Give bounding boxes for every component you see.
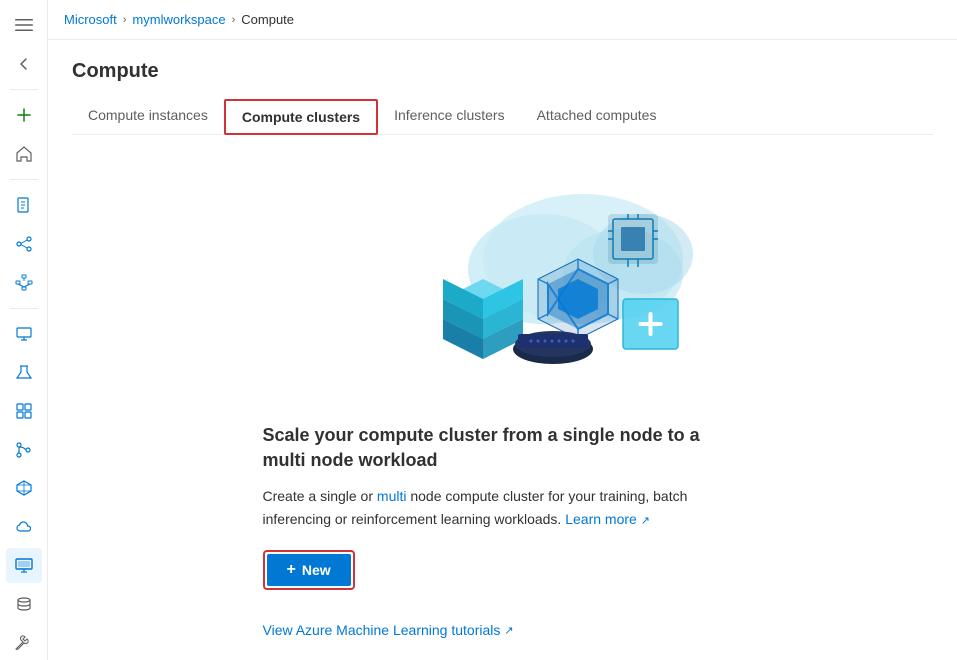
sidebar-icon-branch[interactable] (6, 432, 42, 467)
text-section: Scale your compute cluster from a single… (263, 423, 743, 638)
sidebar-icon-monitor[interactable] (6, 317, 42, 352)
sidebar-icon-database[interactable] (6, 587, 42, 622)
tab-compute-clusters[interactable]: Compute clusters (224, 99, 378, 135)
sidebar-divider-1 (10, 89, 38, 90)
tab-attached-computes[interactable]: Attached computes (521, 99, 673, 135)
sidebar-icon-cloud-storage[interactable] (6, 510, 42, 545)
sidebar-icon-cube[interactable] (6, 471, 42, 506)
sidebar (0, 0, 48, 660)
new-button-container: + New (263, 550, 743, 606)
desc-link-learnmore[interactable]: Learn more ↗ (565, 511, 650, 527)
sidebar-icon-home[interactable] (6, 137, 42, 172)
sidebar-icon-documents[interactable] (6, 188, 42, 223)
desc-link-multi[interactable]: multi (377, 488, 407, 504)
desc-text-before: Create a single or (263, 488, 377, 504)
breadcrumb-sep-2: › (232, 14, 236, 26)
new-button-label: New (302, 562, 331, 578)
body-content: Scale your compute cluster from a single… (72, 159, 933, 638)
tutorial-link-external-icon: ↗ (504, 624, 513, 637)
sidebar-icon-flask[interactable] (6, 355, 42, 390)
sidebar-icon-menu[interactable] (6, 8, 42, 43)
content-area: Compute Compute instances Compute cluste… (48, 40, 957, 660)
tutorial-link[interactable]: View Azure Machine Learning tutorials ↗ (263, 622, 743, 638)
new-button-plus-icon: + (287, 562, 296, 578)
breadcrumb-sep-1: › (123, 14, 127, 26)
sidebar-divider-2 (10, 179, 38, 180)
compute-illustration (313, 179, 693, 399)
page-title: Compute (72, 60, 933, 83)
main-content: Microsoft › mymlworkspace › Compute Comp… (48, 0, 957, 660)
sidebar-icon-pipeline[interactable] (6, 227, 42, 262)
new-button[interactable]: + New (267, 554, 351, 586)
description: Create a single or multi node compute cl… (263, 485, 743, 530)
headline: Scale your compute cluster from a single… (263, 423, 743, 473)
tabs-bar: Compute instances Compute clusters Infer… (72, 99, 933, 135)
sidebar-divider-3 (10, 308, 38, 309)
tab-inference-clusters[interactable]: Inference clusters (378, 99, 521, 135)
sidebar-icon-hierarchy[interactable] (6, 265, 42, 300)
topbar: Microsoft › mymlworkspace › Compute (48, 0, 957, 40)
sidebar-icon-grid[interactable] (6, 394, 42, 429)
tutorial-link-text: View Azure Machine Learning tutorials (263, 622, 501, 638)
sidebar-icon-back[interactable] (6, 47, 42, 82)
sidebar-icon-add[interactable] (6, 98, 42, 133)
new-button-wrapper: + New (263, 550, 355, 590)
sidebar-icon-tool[interactable] (6, 625, 42, 660)
sidebar-icon-compute[interactable] (6, 548, 42, 583)
breadcrumb-workspace[interactable]: mymlworkspace (132, 12, 225, 27)
breadcrumb-current: Compute (241, 12, 294, 27)
tab-compute-instances[interactable]: Compute instances (72, 99, 224, 135)
breadcrumb-microsoft[interactable]: Microsoft (64, 12, 117, 27)
